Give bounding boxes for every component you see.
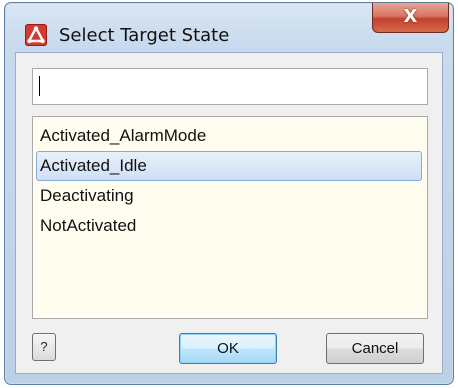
search-input[interactable] — [32, 68, 428, 105]
list-item-deactivating[interactable]: Deactivating — [36, 181, 422, 211]
title-bar[interactable]: Select Target State X — [5, 3, 453, 46]
text-caret — [39, 76, 40, 96]
application-logo-icon — [25, 24, 47, 46]
help-button[interactable]: ? — [32, 333, 56, 361]
dialog-body: Activated_AlarmMode Activated_Idle Deact… — [15, 52, 443, 374]
list-item-activated-idle[interactable]: Activated_Idle — [36, 151, 422, 181]
dialog-window: Select Target State X Activated_AlarmMod… — [4, 2, 454, 385]
window-title: Select Target State — [59, 25, 230, 46]
list-item-activated-alarmmode[interactable]: Activated_AlarmMode — [36, 121, 422, 151]
close-button[interactable]: X — [372, 3, 449, 33]
cancel-button[interactable]: Cancel — [326, 333, 424, 364]
close-icon: X — [403, 6, 418, 27]
list-item-notactivated[interactable]: NotActivated — [36, 211, 422, 241]
state-list[interactable]: Activated_AlarmMode Activated_Idle Deact… — [32, 116, 428, 319]
ok-button[interactable]: OK — [179, 333, 277, 364]
